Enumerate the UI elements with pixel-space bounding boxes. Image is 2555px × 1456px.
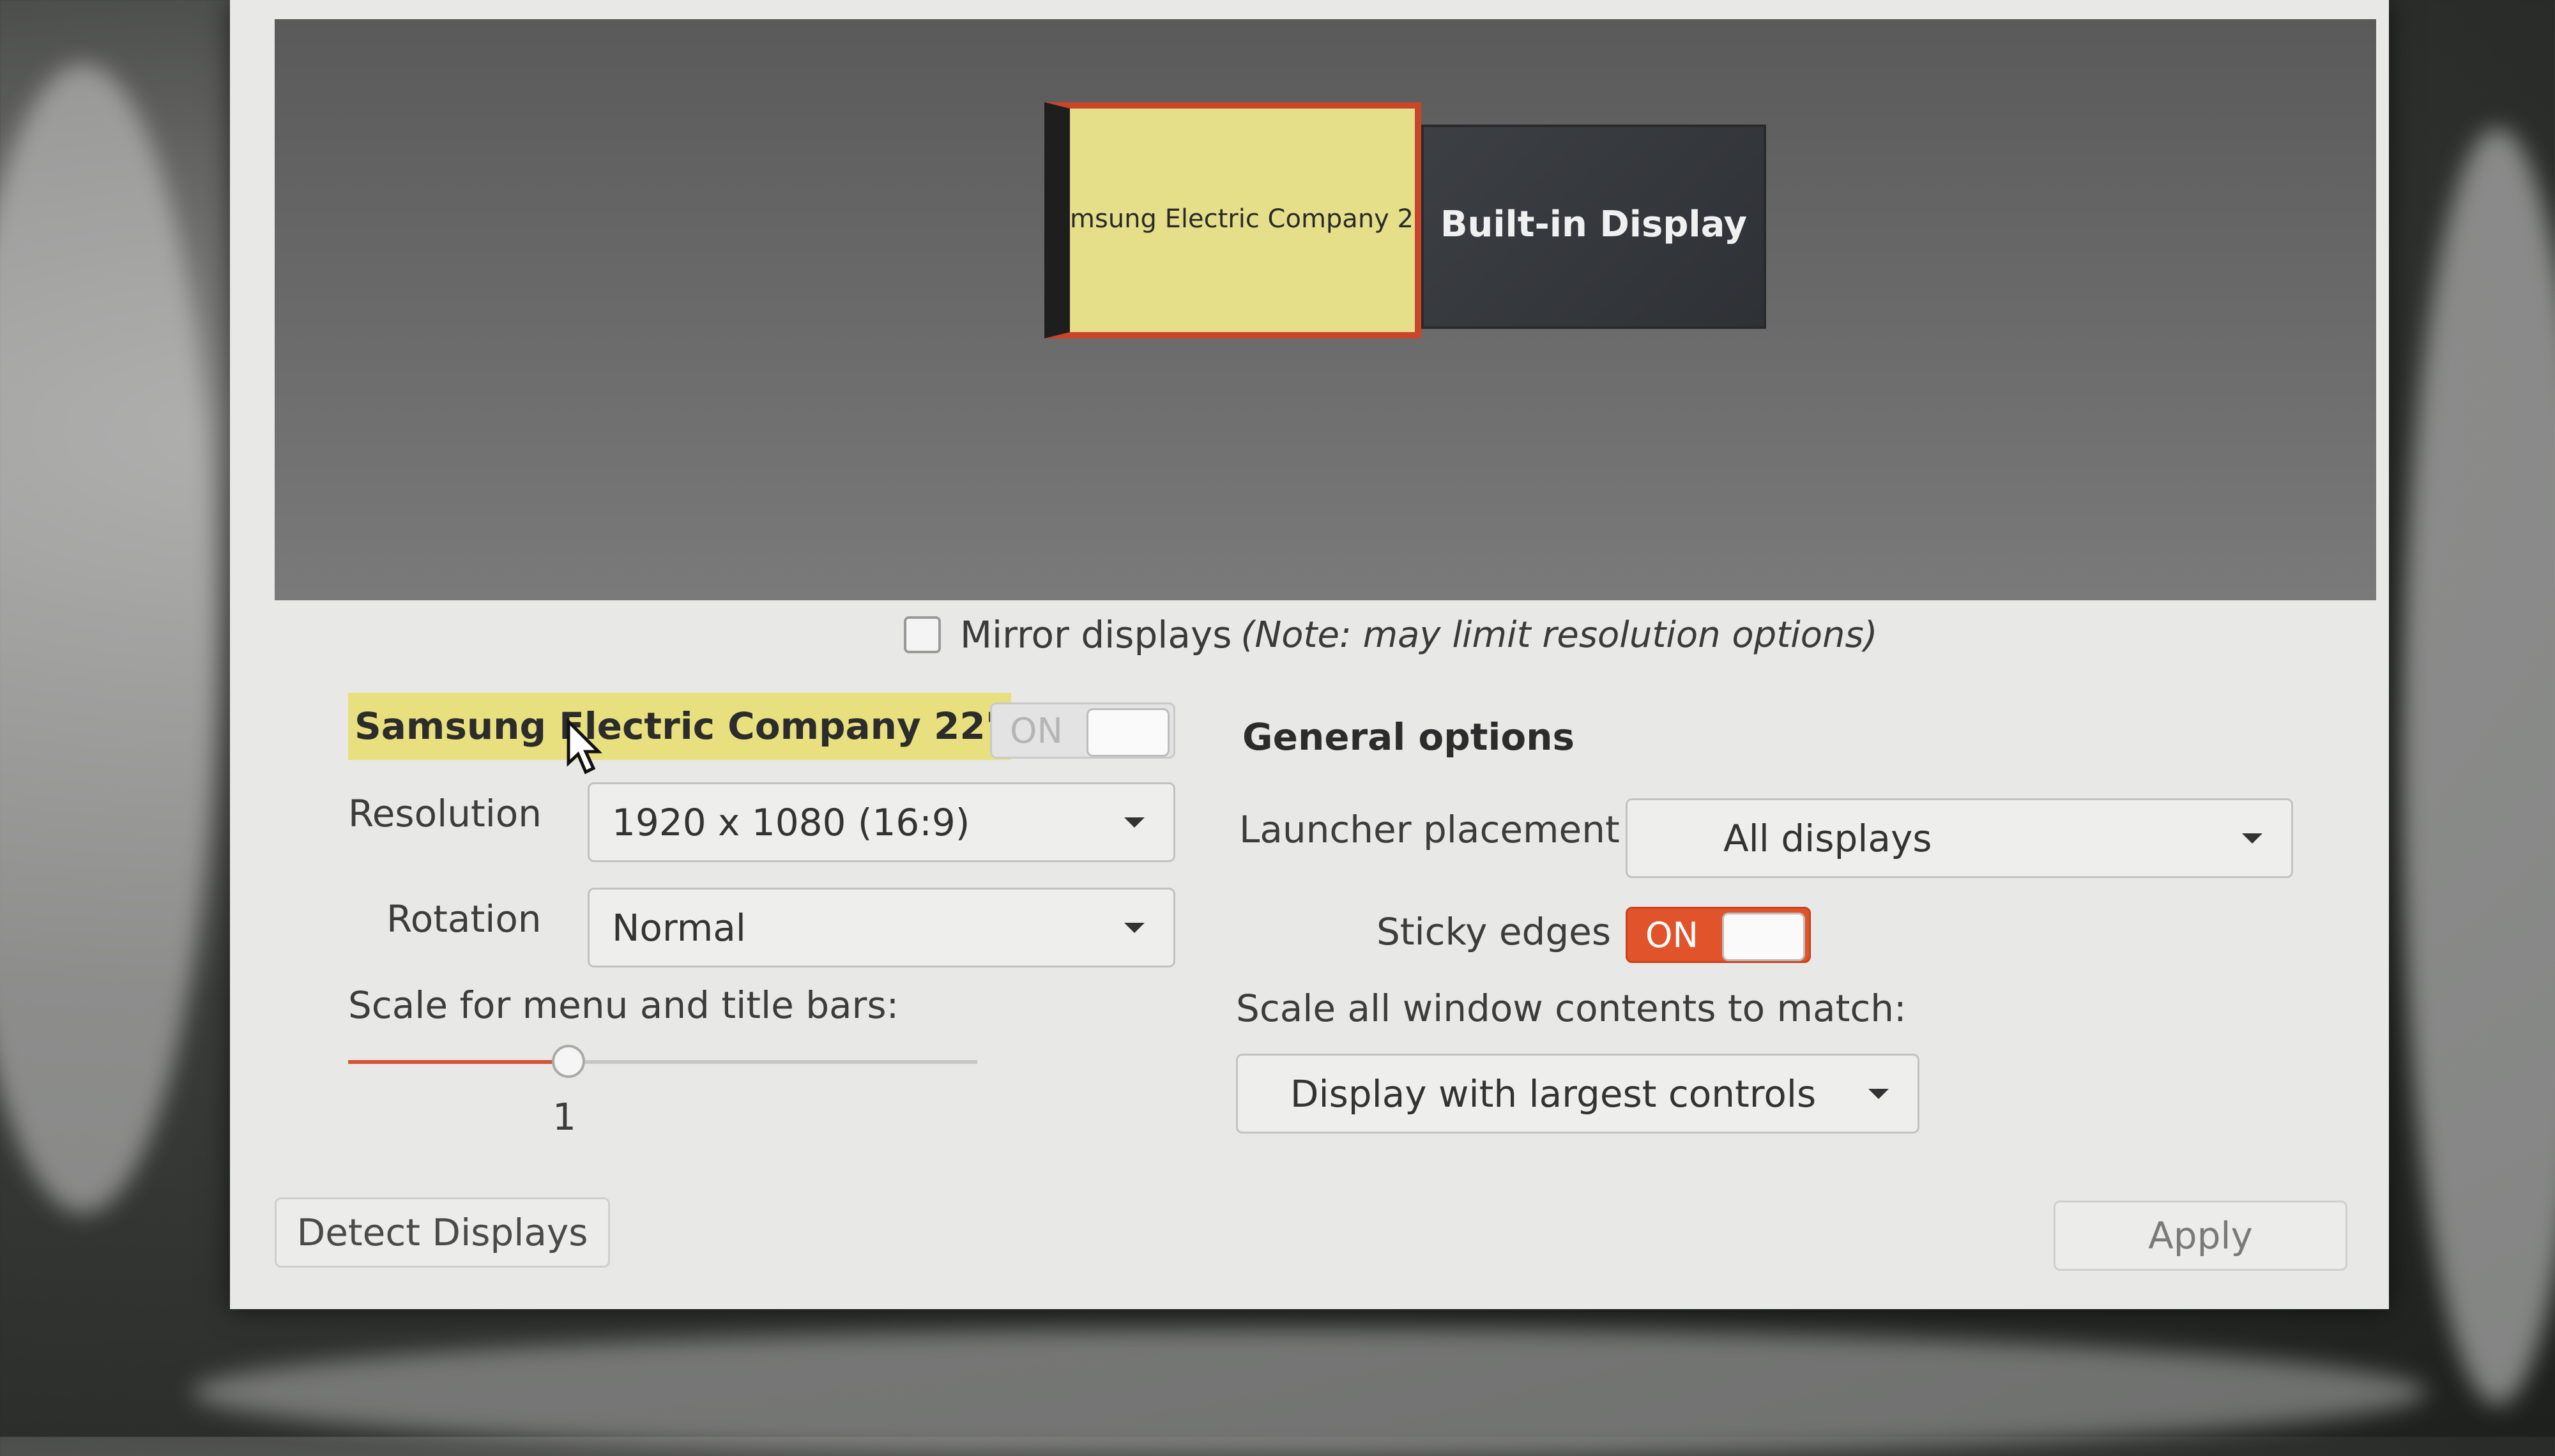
display-power-toggle[interactable]: ON	[990, 702, 1175, 759]
selected-display-name: Samsung Electric Company 22"	[348, 693, 1011, 760]
scale-all-label: Scale all window contents to match:	[1236, 987, 1907, 1030]
launcher-placement-dropdown[interactable]: All displays	[1626, 798, 2293, 878]
primary-monitor-preview[interactable]: msung Electric Company 22"	[1044, 102, 1421, 338]
mirror-displays-note: (Note: may limit resolution options)	[1240, 614, 1878, 656]
sticky-edges-label: Sticky edges	[1377, 910, 1612, 953]
chevron-down-icon	[1868, 1088, 1889, 1099]
scale-slider-thumb[interactable]	[551, 1045, 585, 1078]
chevron-down-icon	[1124, 817, 1145, 828]
toggle-knob	[1722, 913, 1805, 961]
background-foliage-right	[2402, 128, 2555, 1405]
displays-settings-window: msung Electric Company 22" Built-in Disp…	[230, 0, 2389, 1309]
sticky-edges-toggle[interactable]: ON	[1626, 907, 1811, 963]
builtin-monitor-preview[interactable]: Built-in Display	[1421, 125, 1766, 329]
launcher-placement-value: All displays	[1723, 816, 1932, 860]
rotation-value: Normal	[612, 906, 746, 950]
toggle-knob	[1087, 708, 1170, 757]
scale-all-dropdown[interactable]: Display with largest controls	[1236, 1054, 1919, 1134]
scale-value: 1	[553, 1095, 576, 1139]
scale-menu-label: Scale for menu and title bars:	[348, 983, 899, 1027]
scale-slider[interactable]	[348, 1045, 977, 1078]
rotation-dropdown[interactable]: Normal	[588, 888, 1175, 967]
chevron-down-icon	[2242, 833, 2262, 844]
general-options-heading: General options	[1242, 715, 1575, 759]
detect-displays-button[interactable]: Detect Displays	[275, 1197, 610, 1268]
chevron-down-icon	[1124, 922, 1145, 933]
launcher-placement-label: Launcher placement	[1239, 808, 1620, 851]
mirror-displays-label[interactable]: Mirror displays	[960, 613, 1232, 656]
rotation-label: Rotation	[386, 897, 542, 941]
builtin-monitor-label: Built-in Display	[1440, 204, 1748, 245]
mirror-displays-row: Mirror displays (Note: may limit resolut…	[904, 613, 1878, 656]
apply-button[interactable]: Apply	[2054, 1201, 2347, 1271]
resolution-value: 1920 x 1080 (16:9)	[612, 800, 970, 844]
resolution-dropdown[interactable]: 1920 x 1080 (16:9)	[588, 782, 1175, 862]
background-foliage-bottom	[192, 1328, 2427, 1456]
display-arrangement-preview[interactable]: msung Electric Company 22" Built-in Disp…	[275, 19, 2376, 600]
scale-slider-fill	[348, 1060, 568, 1064]
display-power-toggle-label: ON	[1010, 710, 1063, 751]
mouse-pointer-icon	[567, 718, 603, 775]
mirror-displays-checkbox[interactable]	[904, 616, 941, 653]
background-foliage	[0, 64, 217, 1213]
resolution-label: Resolution	[348, 792, 542, 835]
sticky-edges-toggle-label: ON	[1645, 914, 1698, 955]
scale-all-value: Display with largest controls	[1290, 1072, 1817, 1116]
primary-monitor-label: msung Electric Company 22"	[1070, 204, 1415, 234]
